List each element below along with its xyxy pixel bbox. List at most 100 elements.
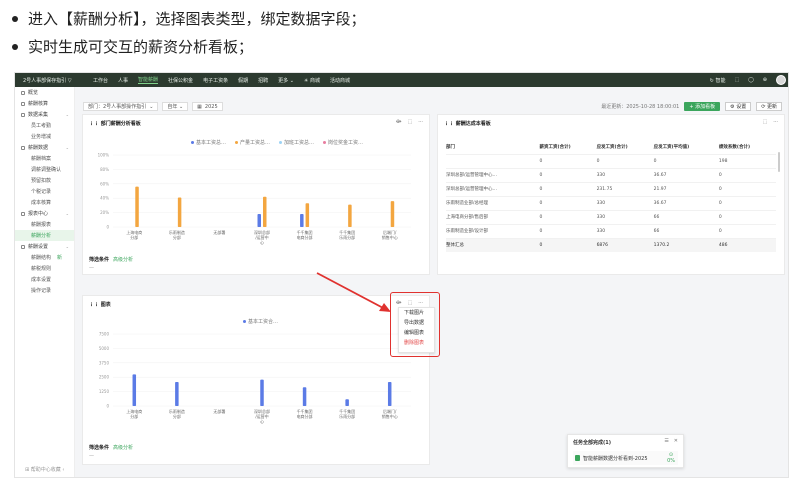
nav-item[interactable]: 社保公积金 [168, 77, 193, 84]
column-header[interactable]: 应发工资(合计) [597, 140, 654, 154]
sidebar-item[interactable]: 薪酬档案 [15, 153, 74, 164]
nav-item[interactable]: 更多 ⌄ [278, 77, 294, 84]
bar[interactable] [135, 186, 139, 227]
column-header[interactable]: 薪资工资(合计) [540, 140, 597, 154]
column-header[interactable]: 部门 [446, 140, 540, 154]
sidebar-item[interactable]: 调薪调整确认 [15, 164, 74, 175]
toolbar-icon[interactable]: ⬚ [734, 77, 739, 83]
sidebar-item[interactable]: 薪酬报表 [15, 219, 74, 230]
legend-item[interactable]: 岗位奖金工资… [323, 139, 363, 146]
top-right-tools: ↻ 智能 ⬚ ◯ ⊕ [710, 75, 786, 85]
advanced-tag[interactable]: 高级分析 [113, 257, 133, 263]
add-board-button[interactable]: + 添加看板 [684, 102, 721, 111]
department-select[interactable]: 部门：2号人事部操作指引 ⌄ [83, 102, 159, 111]
table-row[interactable]: 深圳总部/运营管理中心… 0 330 36.67 0 [446, 167, 776, 182]
bar[interactable] [263, 196, 267, 227]
bar[interactable] [177, 197, 182, 227]
table-total-row: 整体汇总 0 6876 1370.2 486 [446, 237, 776, 252]
menu-item[interactable]: 删除图表 [399, 338, 434, 348]
sidebar-item[interactable]: 成本设置 [15, 274, 74, 285]
drag-handle-icon[interactable]: ⋮⋮ [444, 121, 456, 127]
bar[interactable] [387, 382, 392, 406]
nav-item[interactable]: 工作台 [93, 77, 108, 84]
nav-item[interactable]: 活动商城 [330, 77, 350, 84]
legend-item[interactable]: 加班工资总… [279, 139, 314, 146]
bar[interactable] [132, 374, 137, 406]
close-icon[interactable]: ✕ [674, 438, 678, 444]
sidebar-item[interactable]: 数据采集 ⌄ [15, 109, 74, 120]
bar[interactable] [257, 214, 262, 227]
toolbar-icon[interactable]: ↻ 智能 [710, 77, 726, 84]
sidebar-item[interactable]: 薪酬数据 ⌄ [15, 142, 74, 153]
table-row[interactable]: 乐雨制造业部/设计部 0 330 66 0 [446, 223, 776, 238]
bar[interactable] [345, 399, 349, 406]
refresh-button[interactable]: ⟳ 更新 [756, 102, 782, 111]
legend-item[interactable]: 基本工资合… [243, 318, 278, 325]
column-header[interactable]: 应发工资(平均值) [654, 140, 719, 154]
settings-button[interactable]: ⚙ 设置 [725, 102, 752, 111]
sidebar-item-label: 薪税规则 [31, 266, 52, 272]
sidebar-item[interactable]: 报表中心 ⌄ [15, 208, 74, 219]
date-picker[interactable]: ▦ 2025 [192, 102, 223, 111]
nav-item[interactable]: 招聘 [258, 77, 268, 84]
nav-item[interactable]: 智能薪酬 [138, 76, 159, 84]
bar[interactable] [260, 379, 264, 406]
table-row[interactable]: 深圳总部/运营管理中心… 0 231.75 21.97 0 [446, 181, 776, 196]
bar[interactable] [175, 382, 179, 406]
menu-item[interactable]: 编辑图表 [399, 328, 434, 338]
bar[interactable] [300, 214, 304, 227]
last-updated: 最近更新：2025-10-28 18:00:01 [601, 104, 680, 110]
card-tool-icon[interactable]: ⬚ [407, 119, 412, 125]
sidebar-item[interactable]: 预留扣款 [15, 175, 74, 186]
sidebar-item[interactable]: 薪酬设置 ⌄ [15, 241, 74, 252]
toolbar-icon[interactable]: ◯ [748, 77, 754, 83]
sidebar-item[interactable]: 员工考勤 [15, 120, 74, 131]
avatar[interactable] [776, 75, 786, 85]
drag-handle-icon[interactable]: ⋮⋮ [89, 121, 101, 127]
date-value: 2025 [204, 103, 218, 110]
app-logo[interactable]: 2号人事部保存指引 ▽ [15, 77, 93, 84]
bar[interactable] [348, 204, 352, 227]
table-cell: 330 [596, 209, 654, 224]
table-row[interactable]: 乐雨制造业部/总经理 0 330 36.67 0 [446, 195, 776, 210]
menu-item[interactable]: 导出数据 [399, 318, 434, 328]
sidebar-item[interactable]: 个税记录 [15, 186, 74, 197]
sidebar-item[interactable]: 薪酬核算 [15, 98, 74, 109]
sidebar-item[interactable]: 概览 [15, 87, 74, 98]
menu-item[interactable]: 下载图片 [399, 308, 434, 318]
table-row[interactable]: 0 0 0 198 [446, 153, 776, 168]
chart-card: ⋮⋮ 图表 ⟴ ⬚ ··· 基本工资合… 7500 5000 3750 2500 1250 0… [82, 295, 430, 465]
drag-handle-icon[interactable]: ⋮⋮ [89, 302, 101, 308]
table-scrollbar[interactable] [778, 152, 780, 172]
advanced-tag[interactable]: 高级分析 [113, 445, 133, 451]
card-tool-icon[interactable]: ⟴ [396, 119, 402, 125]
nav-item[interactable]: 假期 [238, 77, 248, 84]
sidebar-footer[interactable]: ⊞ 帮助中心收藏 ‹ [25, 466, 64, 473]
list-icon[interactable]: ☰ [664, 438, 668, 444]
period-select[interactable]: 自年 ⌄ [162, 102, 189, 111]
nav-item[interactable]: 电子工资条 [203, 77, 228, 84]
y-tick-label: 7500 [99, 332, 110, 337]
bar[interactable] [390, 201, 395, 227]
dept-salary-card: ⋮⋮ 部门薪酬分析看板 ⟴ ⬚ ··· 基本工资总… 产量工资总… 加班工资总… 岗位奖金… [82, 114, 430, 275]
sidebar-item[interactable]: 成本核算 [15, 197, 74, 208]
card-tool-icon[interactable]: ⬚ [762, 119, 767, 125]
card-tool-icon[interactable]: ··· [418, 119, 423, 125]
legend-item[interactable]: 产量工资总… [235, 139, 270, 146]
bar[interactable] [305, 203, 310, 227]
bar[interactable] [302, 387, 307, 406]
bar-chart: 100% 80% 60% 40% 20% 0 上海电商分部 乐雨制造分部 无部署 深圳总部/运营中… [98, 153, 411, 245]
table-row[interactable]: 上海电商分部/售后部 0 330 66 0 [446, 209, 776, 224]
sidebar-item[interactable]: 业务增减 [15, 131, 74, 142]
legend-item[interactable]: 基本工资总… [191, 139, 226, 146]
sidebar-item[interactable]: 操作记录 [15, 285, 74, 296]
column-header[interactable]: 绩效系数(合计) [719, 140, 776, 154]
card-tool-icon[interactable]: ··· [773, 119, 778, 125]
nav-item[interactable]: 人事 [118, 77, 128, 84]
sidebar-item[interactable]: 薪税规则 [15, 263, 74, 274]
toast-task-row[interactable]: 智能薪酬数据分析看到-2025 ⊙ 0% [573, 451, 678, 465]
nav-item[interactable]: ☀ 商城 [304, 77, 320, 84]
sidebar-item[interactable]: 薪酬结构新 [15, 252, 74, 263]
toolbar-icon[interactable]: ⊕ [763, 77, 767, 83]
sidebar-item[interactable]: 薪酬分析 [15, 230, 74, 241]
